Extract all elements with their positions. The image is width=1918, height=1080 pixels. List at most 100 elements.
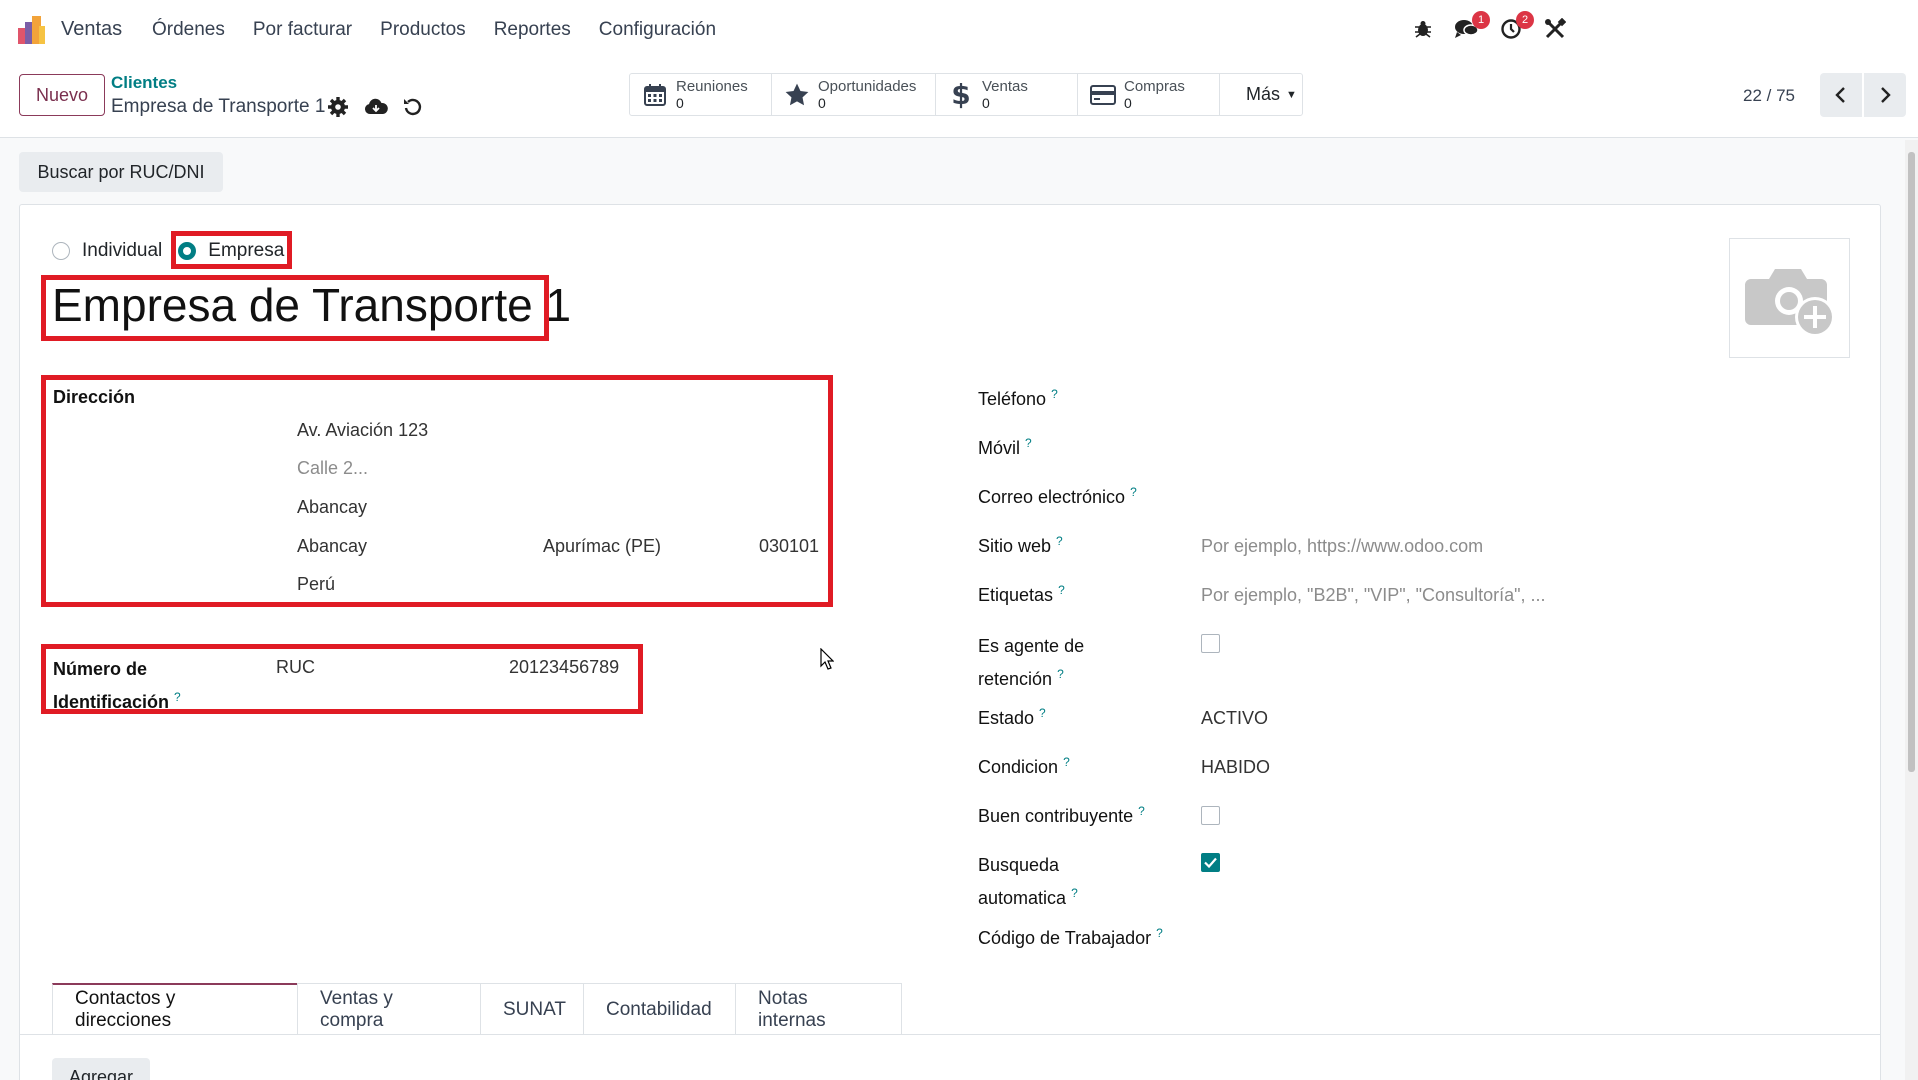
identification-number-field[interactable]: 20123456789 xyxy=(509,657,619,678)
app-name[interactable]: Ventas xyxy=(61,18,122,41)
tab-notas-internas[interactable]: Notas internas xyxy=(735,983,902,1035)
dollar-icon: $ xyxy=(951,78,971,111)
identification-type-field[interactable]: RUC xyxy=(276,657,315,678)
tags-field[interactable]: Por ejemplo, "B2B", "VIP", "Consultoría"… xyxy=(1201,585,1545,606)
highlight-company-type xyxy=(171,231,292,269)
good-taxpayer-checkbox[interactable] xyxy=(1201,806,1220,825)
country-field[interactable]: Perú xyxy=(297,574,335,595)
smart-button-reuniones[interactable]: Reuniones 0 xyxy=(630,74,772,115)
smart-button-label: Compras xyxy=(1124,77,1185,95)
identification-label-line1: Número de xyxy=(53,659,148,679)
status-field[interactable]: ACTIVO xyxy=(1201,708,1268,729)
pager-previous-button[interactable] xyxy=(1820,73,1862,117)
smart-button-value: 0 xyxy=(1124,94,1132,111)
help-icon[interactable]: ? xyxy=(1025,436,1032,450)
smart-buttons: Reuniones 0 Oportunidades 0 $ Ventas 0 Comp… xyxy=(629,73,1303,116)
main-menu: Órdenes Por facturar Productos Reportes … xyxy=(152,19,716,41)
calendar-icon xyxy=(642,82,668,108)
website-field[interactable]: Por ejemplo, https://www.odoo.com xyxy=(1201,536,1483,557)
good-taxpayer-label-text: Buen contribuyente xyxy=(978,806,1134,826)
help-icon[interactable]: ? xyxy=(1058,583,1065,597)
smart-button-label: Reuniones xyxy=(676,77,748,95)
breadcrumb-parent[interactable]: Clientes xyxy=(111,73,177,93)
odoo-apps-icon[interactable] xyxy=(18,16,48,44)
condition-label: Condicion? xyxy=(978,755,1070,778)
caret-down-icon: ▼ xyxy=(1286,88,1297,101)
retention-label-line1: Es agente de xyxy=(978,636,1085,656)
messages-icon[interactable]: 1 xyxy=(1452,11,1490,44)
menu-item-por-facturar[interactable]: Por facturar xyxy=(253,19,352,41)
zip-field[interactable]: 030101 xyxy=(759,536,819,557)
smart-button-ventas[interactable]: $ Ventas 0 xyxy=(936,74,1078,115)
condition-label-text: Condicion xyxy=(978,757,1059,777)
activities-icon[interactable]: 2 xyxy=(1496,11,1534,44)
notebook-tabs: Contactos y direcciones Ventas y compra … xyxy=(52,983,902,1035)
highlight-name xyxy=(41,275,549,341)
menu-item-reportes[interactable]: Reportes xyxy=(494,19,571,41)
street2-field[interactable]: Calle 2... xyxy=(297,458,368,479)
retention-label: Es agente de retención? xyxy=(978,632,1084,693)
condition-field[interactable]: HABIDO xyxy=(1201,757,1270,778)
bug-icon[interactable] xyxy=(1408,14,1438,44)
auto-search-checkbox[interactable] xyxy=(1201,853,1220,872)
search-ruc-button[interactable]: Buscar por RUC/DNI xyxy=(19,152,223,192)
help-icon[interactable]: ? xyxy=(1051,387,1058,401)
website-label: Sitio web? xyxy=(978,534,1063,557)
help-icon[interactable]: ? xyxy=(1130,485,1137,499)
tab-contabilidad[interactable]: Contabilidad xyxy=(583,983,736,1035)
tab-contactos[interactable]: Contactos y direcciones xyxy=(52,983,298,1035)
smart-button-oportunidades[interactable]: Oportunidades 0 xyxy=(772,74,936,115)
help-icon[interactable]: ? xyxy=(1156,926,1163,940)
retention-checkbox[interactable] xyxy=(1201,634,1220,653)
chevron-left-icon xyxy=(1835,87,1845,103)
phone-label: Teléfono? xyxy=(978,387,1058,410)
state-field[interactable]: Apurímac (PE) xyxy=(543,536,661,557)
scrollbar[interactable] xyxy=(1905,140,1918,1080)
tools-icon[interactable] xyxy=(1540,14,1570,44)
menu-item-configuracion[interactable]: Configuración xyxy=(599,19,716,41)
pager-value[interactable]: 22 / 75 xyxy=(1743,86,1795,106)
credit-card-icon xyxy=(1090,82,1116,108)
chevron-right-icon xyxy=(1881,87,1891,103)
gear-icon[interactable] xyxy=(327,96,349,118)
mobile-label-text: Móvil xyxy=(978,438,1021,458)
tab-sunat[interactable]: SUNAT xyxy=(480,983,584,1035)
more-button[interactable]: Más ▼ xyxy=(1220,74,1302,115)
help-icon[interactable]: ? xyxy=(1063,755,1070,769)
district-field[interactable]: Abancay xyxy=(297,497,367,518)
radio-individual[interactable] xyxy=(52,242,70,260)
control-panel: Nuevo Clientes Empresa de Transporte 1 R… xyxy=(0,58,1918,138)
auto-search-label-line2: automatica xyxy=(978,888,1067,908)
scrollbar-thumb[interactable] xyxy=(1908,152,1915,772)
city-field[interactable]: Abancay xyxy=(297,536,367,557)
breadcrumb-current: Empresa de Transporte 1 xyxy=(111,96,326,117)
help-icon[interactable]: ? xyxy=(1056,534,1063,548)
menu-item-ordenes[interactable]: Órdenes xyxy=(152,19,225,41)
smart-button-compras[interactable]: Compras 0 xyxy=(1078,74,1220,115)
help-icon[interactable]: ? xyxy=(1071,886,1078,900)
radio-individual-label[interactable]: Individual xyxy=(82,240,162,262)
help-icon[interactable]: ? xyxy=(1039,706,1046,720)
camera-plus-icon xyxy=(1744,269,1835,337)
add-contact-button[interactable]: Agregar xyxy=(52,1058,150,1080)
street-field[interactable]: Av. Aviación 123 xyxy=(297,420,428,441)
menu-item-productos[interactable]: Productos xyxy=(380,19,466,41)
help-icon[interactable]: ? xyxy=(1057,667,1064,681)
help-icon[interactable]: ? xyxy=(174,690,181,704)
status-label-text: Estado xyxy=(978,708,1035,728)
cloud-save-icon[interactable] xyxy=(364,96,388,118)
discard-icon[interactable] xyxy=(402,96,424,118)
new-button[interactable]: Nuevo xyxy=(19,74,105,116)
smart-button-value: 0 xyxy=(676,94,684,111)
tab-ventas-compra[interactable]: Ventas y compra xyxy=(297,983,481,1035)
messages-badge: 1 xyxy=(1472,11,1490,29)
status-label: Estado? xyxy=(978,706,1046,729)
pager-next-button[interactable] xyxy=(1864,73,1906,117)
address-label: Dirección xyxy=(53,387,136,407)
help-icon[interactable]: ? xyxy=(1138,804,1145,818)
tags-label: Etiquetas? xyxy=(978,583,1065,606)
avatar-upload[interactable] xyxy=(1729,238,1850,358)
identification-label: Número de Identificación? xyxy=(53,655,181,716)
smart-button-label: Oportunidades xyxy=(818,77,917,95)
retention-label-line2: retención xyxy=(978,669,1053,689)
